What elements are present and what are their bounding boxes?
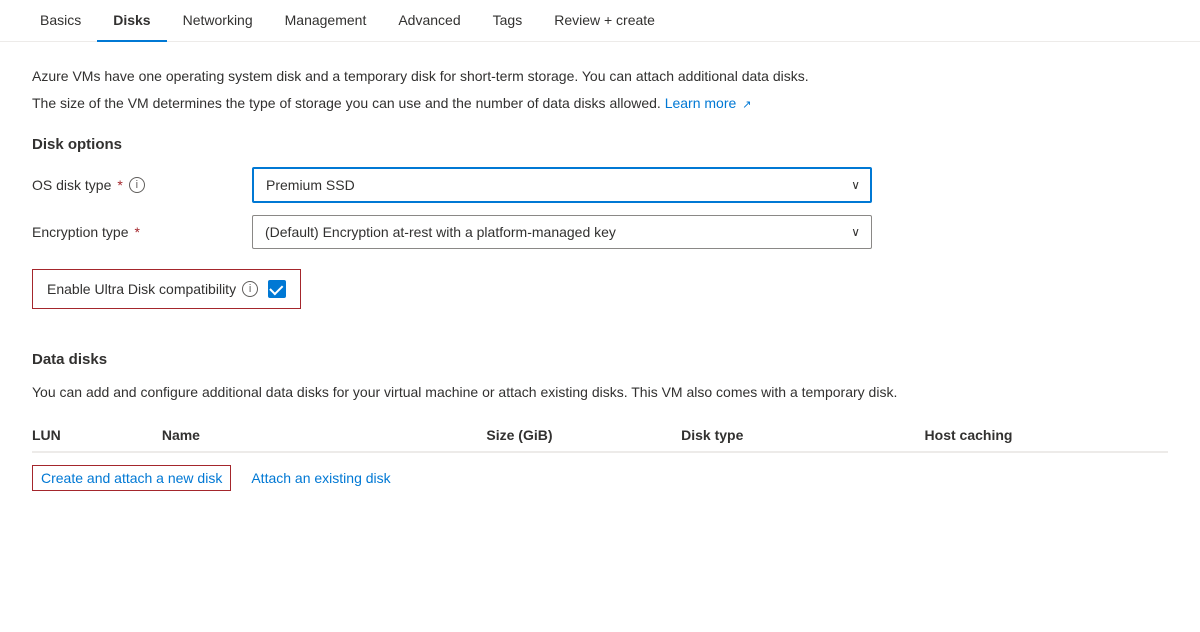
os-disk-type-row: OS disk type * i Premium SSDStandard SSD… (32, 167, 1168, 203)
os-disk-type-dropdown[interactable]: Premium SSDStandard SSDStandard HDD ∨ (252, 167, 872, 203)
encryption-required-star: * (135, 224, 140, 240)
os-disk-info-icon[interactable]: i (129, 177, 145, 193)
data-disks-description: You can add and configure additional dat… (32, 382, 1168, 403)
tab-advanced[interactable]: Advanced (382, 0, 476, 42)
tab-management[interactable]: Management (269, 0, 383, 42)
ultra-disk-info-icon[interactable]: i (242, 281, 258, 297)
os-disk-type-select[interactable]: Premium SSDStandard SSDStandard HDD (252, 167, 872, 203)
disk-options-heading: Disk options (32, 136, 1168, 153)
attach-existing-disk-link[interactable]: Attach an existing disk (251, 470, 390, 486)
tab-disks[interactable]: Disks (97, 0, 166, 42)
table-column-header: Host caching (925, 419, 1168, 452)
tab-navigation: BasicsDisksNetworkingManagementAdvancedT… (0, 0, 1200, 42)
encryption-type-label: Encryption type * (32, 224, 232, 240)
tab-tags[interactable]: Tags (477, 0, 539, 42)
ultra-disk-checkbox[interactable] (268, 280, 286, 298)
tab-review-create[interactable]: Review + create (538, 0, 671, 42)
encryption-type-row: Encryption type * (Default) Encryption a… (32, 215, 1168, 249)
ultra-disk-label: Enable Ultra Disk compatibility i (47, 281, 258, 297)
action-links-row: Create and attach a new disk Attach an e… (32, 452, 1168, 491)
learn-more-link[interactable]: Learn more ↗ (665, 95, 752, 111)
external-link-icon: ↗ (742, 99, 751, 111)
table-column-header: Size (GiB) (486, 419, 681, 452)
encryption-type-dropdown[interactable]: (Default) Encryption at-rest with a plat… (252, 215, 872, 249)
tab-basics[interactable]: Basics (24, 0, 97, 42)
os-disk-type-label: OS disk type * i (32, 177, 232, 193)
table-header-row: LUNNameSize (GiB)Disk typeHost caching (32, 419, 1168, 452)
table-column-header: Disk type (681, 419, 924, 452)
ultra-disk-row[interactable]: Enable Ultra Disk compatibility i (32, 269, 301, 309)
description-line1: Azure VMs have one operating system disk… (32, 66, 1168, 87)
description-line2: The size of the VM determines the type o… (32, 93, 1168, 114)
main-content: Azure VMs have one operating system disk… (0, 42, 1200, 515)
data-disks-heading: Data disks (32, 351, 1168, 368)
create-attach-new-disk-link[interactable]: Create and attach a new disk (32, 465, 231, 491)
data-disks-table: LUNNameSize (GiB)Disk typeHost caching (32, 419, 1168, 452)
os-disk-required-star: * (117, 177, 122, 193)
encryption-type-select[interactable]: (Default) Encryption at-rest with a plat… (252, 215, 872, 249)
table-column-header: LUN (32, 419, 162, 452)
table-column-header: Name (162, 419, 487, 452)
tab-networking[interactable]: Networking (167, 0, 269, 42)
